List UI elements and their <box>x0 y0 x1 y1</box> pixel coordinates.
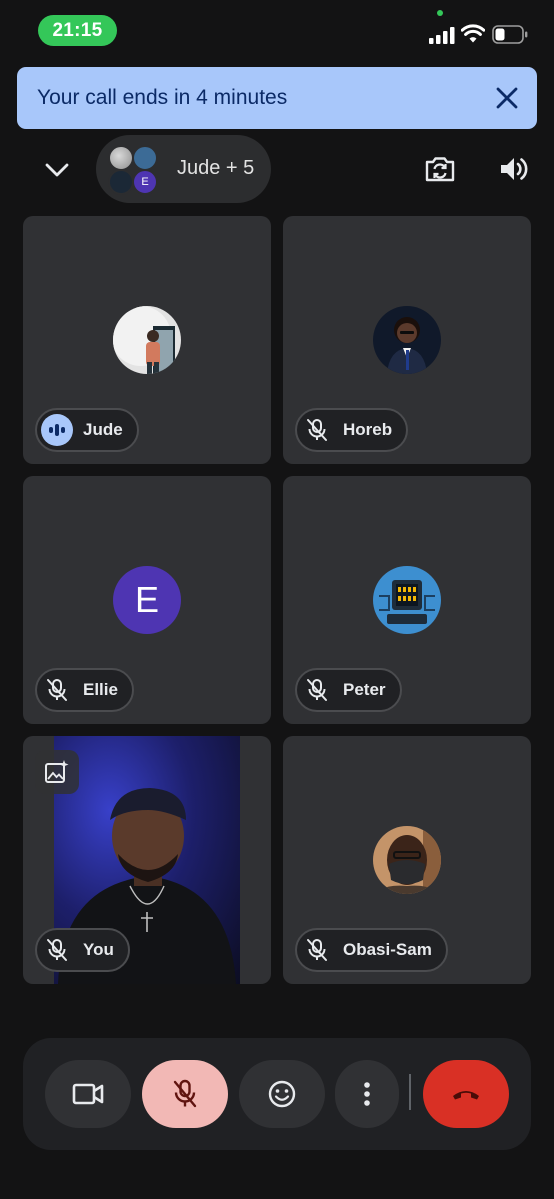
name-chip: Peter <box>295 668 402 712</box>
participant-avatars: E <box>108 145 158 195</box>
status-time: 21:15 <box>38 15 117 46</box>
participant-name: Ellie <box>83 680 118 699</box>
avatar <box>113 306 181 374</box>
mic-off-icon <box>301 674 333 706</box>
controls-divider <box>409 1074 411 1110</box>
minimize-call-button[interactable] <box>37 150 77 190</box>
participant-name: Horeb <box>343 420 393 439</box>
close-banner-button[interactable] <box>493 84 521 112</box>
call-end-icon <box>453 1091 479 1100</box>
flip-camera-icon <box>425 157 455 182</box>
name-chip: You <box>35 928 130 972</box>
mic-off-icon <box>41 674 73 706</box>
audio-output-button[interactable] <box>497 152 531 186</box>
participant-tile-horeb[interactable]: Horeb <box>283 216 531 464</box>
end-call-button[interactable] <box>423 1060 509 1128</box>
mini-avatar-letter: E <box>132 169 158 195</box>
wifi-icon <box>461 24 485 43</box>
participants-label: Jude + 5 <box>177 157 255 179</box>
more-vert-icon <box>364 1082 370 1106</box>
close-icon <box>496 87 518 109</box>
video-camera-icon <box>72 1083 104 1105</box>
chevron-down-icon <box>45 163 69 177</box>
call-ending-banner: Your call ends in 4 minutes <box>17 67 537 129</box>
visual-effects-button[interactable] <box>35 750 79 794</box>
avatar <box>373 826 441 894</box>
mic-off-icon <box>173 1079 197 1108</box>
participant-tile-jude[interactable]: Jude <box>23 216 271 464</box>
battery-icon <box>492 25 528 44</box>
speaker-icon <box>501 158 528 180</box>
name-chip: Jude <box>35 408 139 452</box>
avatar <box>373 306 441 374</box>
participants-button[interactable]: E Jude + 5 <box>96 135 271 203</box>
mini-avatar <box>108 169 134 195</box>
participant-name: Jude <box>83 420 123 439</box>
participant-tile-self[interactable]: You <box>23 736 271 984</box>
toggle-mic-button[interactable] <box>142 1060 228 1128</box>
cellular-signal-icon <box>429 27 455 44</box>
toggle-camera-button[interactable] <box>45 1060 131 1128</box>
participant-tile-ellie[interactable]: E Ellie <box>23 476 271 724</box>
mic-off-icon <box>301 414 333 446</box>
emoji-icon <box>268 1080 296 1108</box>
participant-name: Obasi-Sam <box>343 940 432 959</box>
name-chip: Obasi-Sam <box>295 928 448 972</box>
more-options-button[interactable] <box>335 1060 399 1128</box>
camera-in-use-indicator <box>437 10 443 16</box>
sparkle-image-icon <box>45 760 69 783</box>
mic-off-icon <box>301 934 333 966</box>
call-controls-bar <box>23 1038 531 1150</box>
name-chip: Ellie <box>35 668 134 712</box>
speaking-indicator-icon <box>41 414 73 446</box>
mic-off-icon <box>41 934 73 966</box>
mini-avatar <box>132 145 158 171</box>
mini-avatar <box>108 145 134 171</box>
participant-name: Peter <box>343 680 386 699</box>
participant-name: You <box>83 940 114 959</box>
reactions-button[interactable] <box>239 1060 325 1128</box>
participant-tile-peter[interactable]: Peter <box>283 476 531 724</box>
status-bar: 21:15 <box>0 0 554 62</box>
banner-text: Your call ends in 4 minutes <box>37 86 288 109</box>
flip-camera-button[interactable] <box>423 152 457 186</box>
avatar-letter: E <box>113 566 181 634</box>
participant-tile-obasi-sam[interactable]: Obasi-Sam <box>283 736 531 984</box>
avatar <box>373 566 441 634</box>
name-chip: Horeb <box>295 408 409 452</box>
